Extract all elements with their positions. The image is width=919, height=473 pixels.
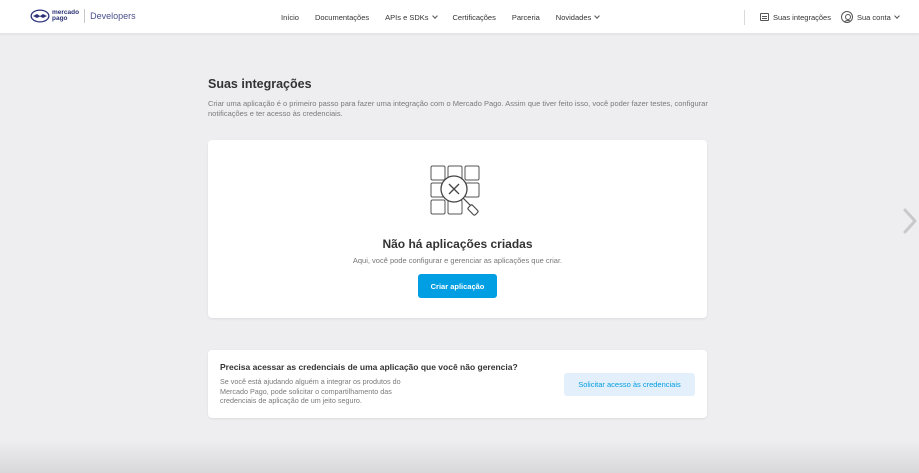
- logo-divider: [84, 9, 86, 23]
- nav-item-novidades[interactable]: Novidades: [555, 12, 601, 22]
- nav-item-certificacoes[interactable]: Certificações: [453, 13, 496, 22]
- nav-item-label: Certificações: [452, 12, 496, 22]
- empty-state-title: Não há aplicações criadas: [382, 237, 533, 251]
- chevron-down-icon: [594, 12, 601, 19]
- header-divider: [744, 10, 745, 25]
- request-credentials-button[interactable]: Solicitar acesso às credenciais: [564, 373, 695, 396]
- main-navigation: Início Documentações APIs e SDKs Certifi…: [281, 0, 615, 34]
- nav-item-inicio[interactable]: Início: [281, 13, 299, 22]
- empty-applications-card: Não há aplicações criadas Aqui, você pod…: [208, 140, 707, 318]
- developers-label: Developers: [90, 11, 136, 21]
- footer-shadow: [0, 440, 919, 473]
- top-navigation-bar: mercado pago Developers Início Documenta…: [0, 0, 919, 34]
- chevron-right-icon[interactable]: [902, 208, 918, 234]
- page-title: Suas integrações: [208, 77, 312, 91]
- nav-item-apis-sdks[interactable]: APIs e SDKs: [385, 12, 438, 22]
- request-access-description: Se você está ajudando alguém a integrar …: [220, 377, 401, 405]
- request-access-title: Precisa acessar as credenciais de uma ap…: [220, 362, 518, 372]
- handshake-logo-icon: [30, 9, 50, 23]
- nav-item-label: Início: [281, 12, 299, 22]
- suas-integracoes-label: Suas integrações: [773, 12, 831, 22]
- integrations-icon: [760, 13, 769, 21]
- chevron-down-icon: [431, 12, 438, 19]
- nav-item-label: Documentações: [314, 12, 370, 22]
- nav-item-label: Parceria: [511, 12, 540, 22]
- nav-item-documentacoes[interactable]: Documentações: [315, 13, 369, 22]
- account-label: Sua conta: [857, 12, 891, 22]
- nav-item-label: Novidades: [555, 12, 592, 22]
- account-menu[interactable]: Sua conta: [841, 0, 900, 34]
- suas-integracoes-link[interactable]: Suas integrações: [760, 0, 831, 34]
- no-apps-magnifier-icon: [430, 165, 480, 216]
- create-application-button[interactable]: Criar aplicação: [418, 274, 497, 298]
- intro-text: Criar uma aplicação é o primeiro passo p…: [208, 99, 708, 118]
- empty-state-subtitle: Aqui, você pode configurar e gerenciar a…: [352, 256, 563, 265]
- mercado-pago-logo[interactable]: mercado pago Developers: [30, 9, 136, 23]
- chevron-down-icon: [893, 12, 900, 19]
- nav-item-parceria[interactable]: Parceria: [512, 13, 540, 22]
- logo-wordmark: mercado pago: [52, 9, 79, 23]
- user-icon: [841, 11, 853, 23]
- nav-item-label: APIs e SDKs: [385, 12, 429, 22]
- request-access-card: Precisa acessar as credenciais de uma ap…: [208, 350, 707, 418]
- logo-line-2: pago: [52, 15, 68, 22]
